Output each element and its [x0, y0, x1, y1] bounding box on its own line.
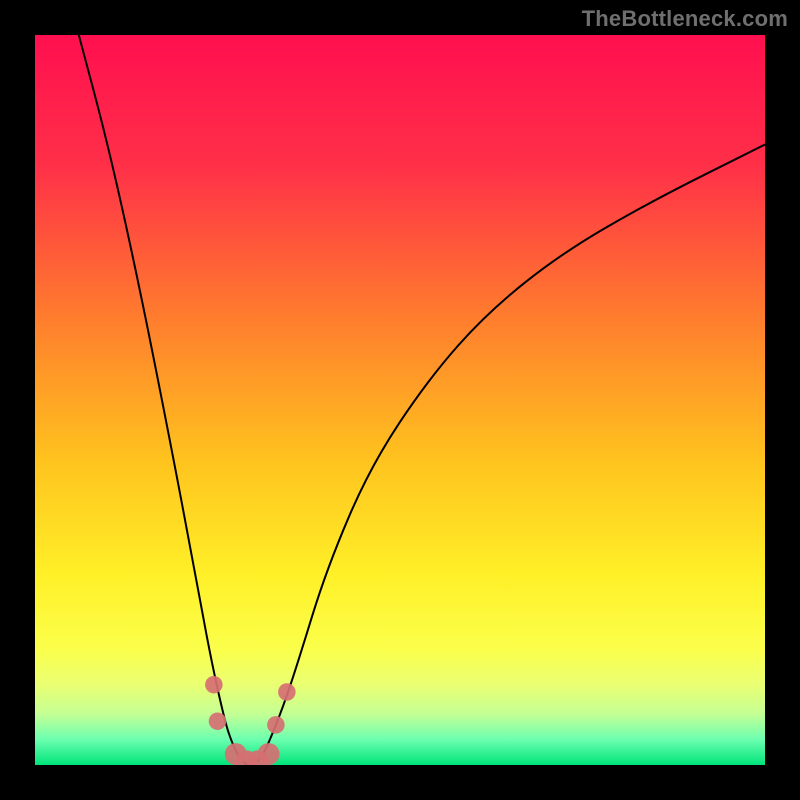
plot-area — [35, 35, 765, 765]
data-markers — [205, 676, 296, 765]
marker-point — [258, 743, 280, 765]
marker-point — [278, 683, 296, 701]
marker-point — [205, 676, 223, 694]
bottleneck-curve — [79, 35, 765, 765]
chart-frame: TheBottleneck.com — [0, 0, 800, 800]
marker-point — [267, 716, 285, 734]
marker-point — [209, 712, 227, 730]
watermark-text: TheBottleneck.com — [582, 6, 788, 32]
curve-layer — [35, 35, 765, 765]
